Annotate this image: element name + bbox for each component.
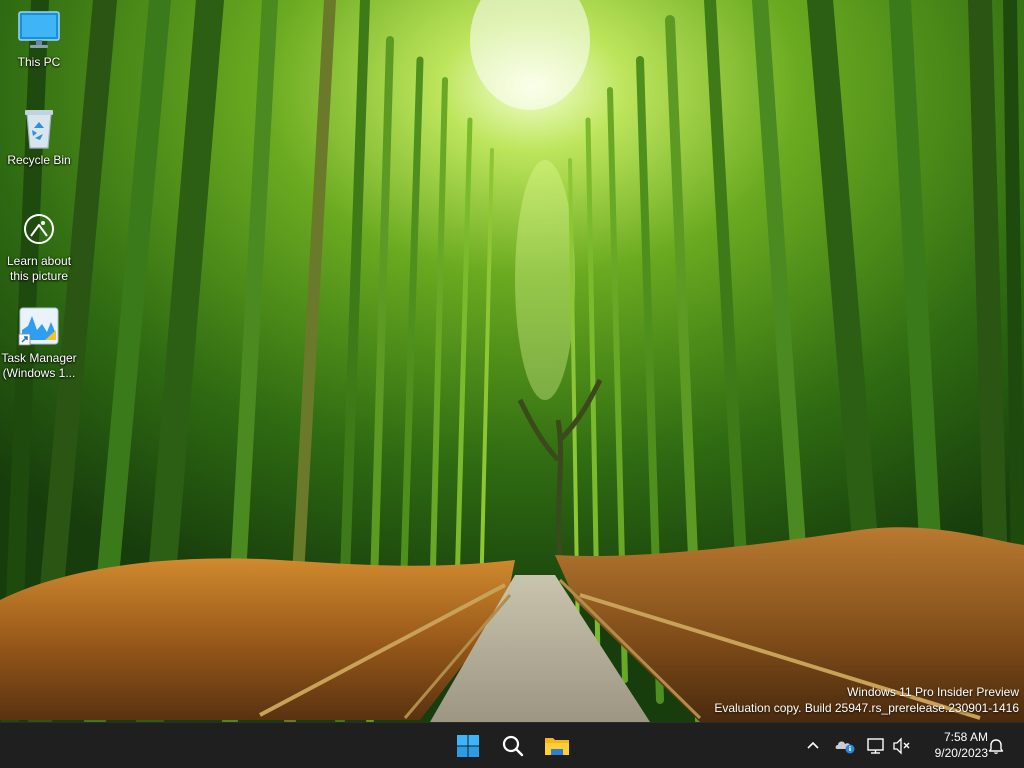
file-explorer-button[interactable] <box>539 728 575 764</box>
learn-about-picture-icon <box>17 207 61 251</box>
start-button[interactable] <box>450 728 486 764</box>
desktop-icon-task-manager[interactable]: Task Manager (Windows 1... <box>0 304 78 381</box>
volume-tray-button[interactable] <box>890 734 914 758</box>
taskbar: 7:58 AM 9/20/2023 <box>0 722 1024 768</box>
desktop-icon-label: Recycle Bin <box>7 153 71 167</box>
folder-icon <box>545 738 569 755</box>
network-icon <box>867 738 884 754</box>
network-tray-button[interactable] <box>864 734 888 758</box>
recycle-bin-icon <box>17 106 61 150</box>
computer-monitor-icon <box>17 8 61 52</box>
desktop-icon-label: This PC <box>17 55 61 69</box>
onedrive-icon <box>835 741 855 754</box>
windows-start-icon <box>457 735 479 757</box>
desktop-icon-label: Task Manager (Windows 1... <box>1 351 77 380</box>
desktop-icon-this-pc[interactable]: This PC <box>0 8 78 70</box>
task-manager-icon <box>17 304 61 348</box>
desktop-icon-recycle-bin[interactable]: Recycle Bin <box>0 106 78 168</box>
desktop-wallpaper[interactable] <box>0 0 1024 722</box>
search-button[interactable] <box>495 728 531 764</box>
clock-date: 9/20/2023 <box>934 746 988 760</box>
desktop-icon-label: Learn about this picture <box>6 254 72 283</box>
chevron-up-icon <box>807 741 819 749</box>
clock-time: 7:58 AM <box>943 730 988 744</box>
desktop-icon-learn-about-this-picture[interactable]: Learn about this picture <box>0 207 78 284</box>
show-hidden-icons-button[interactable] <box>801 734 825 758</box>
notification-bell-icon <box>988 739 1004 754</box>
search-icon <box>502 735 524 757</box>
evaluation-watermark: Windows 11 Pro Insider Preview Evaluatio… <box>714 684 1019 716</box>
volume-muted-icon <box>893 737 910 755</box>
notifications-button[interactable] <box>984 734 1008 758</box>
watermark-build: Evaluation copy. Build 25947.rs_prerelea… <box>714 701 1019 715</box>
onedrive-tray-button[interactable] <box>833 734 857 758</box>
watermark-edition: Windows 11 Pro Insider Preview <box>847 685 1019 699</box>
system-clock[interactable]: 7:58 AM 9/20/2023 <box>918 729 988 761</box>
bamboo-forest-image <box>0 0 1024 722</box>
